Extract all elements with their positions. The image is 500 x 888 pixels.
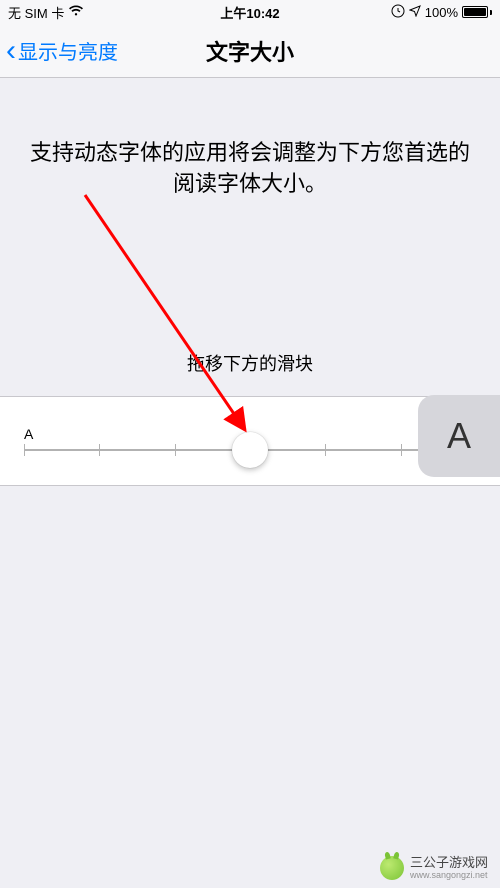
- back-label: 显示与亮度: [18, 36, 118, 65]
- preview-bubble-text: A: [447, 415, 471, 457]
- text-size-slider[interactable]: [24, 449, 476, 451]
- status-time: 上午10:42: [220, 3, 279, 22]
- battery-percent: 100%: [425, 5, 458, 20]
- watermark-logo-icon: [380, 856, 404, 880]
- watermark-brand: 三公子游戏网: [410, 856, 488, 870]
- wifi-icon: [68, 5, 84, 20]
- battery-icon: [462, 6, 492, 18]
- slider-thumb[interactable]: [232, 432, 268, 468]
- preview-bubble: A: [418, 395, 500, 477]
- lock-rotation-icon: [391, 4, 405, 21]
- watermark: 三公子游戏网 www.sangongzi.net: [380, 856, 488, 880]
- instruction-text: 拖移下方的滑块: [0, 350, 500, 376]
- carrier-text: 无 SIM 卡: [8, 3, 64, 22]
- status-bar: 无 SIM 卡 上午10:42 100%: [0, 0, 500, 24]
- location-icon: [409, 5, 421, 20]
- page-title: 文字大小: [206, 35, 294, 67]
- chevron-left-icon: ‹: [6, 36, 16, 66]
- nav-bar: ‹ 显示与亮度 文字大小: [0, 24, 500, 78]
- back-button[interactable]: ‹ 显示与亮度: [0, 36, 118, 66]
- slider-label-small: A: [24, 426, 33, 442]
- watermark-url: www.sangongzi.net: [410, 870, 488, 880]
- description-text: 支持动态字体的应用将会调整为下方您首选的阅读字体大小。: [0, 138, 500, 200]
